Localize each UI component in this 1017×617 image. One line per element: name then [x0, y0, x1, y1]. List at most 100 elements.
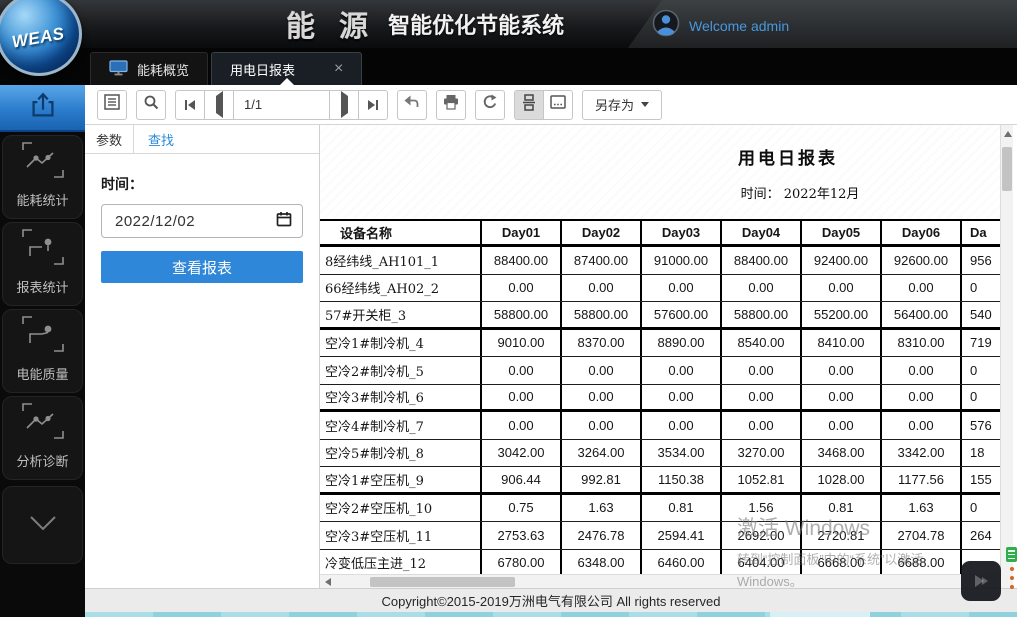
- view-report-button[interactable]: 查看报表: [101, 251, 303, 283]
- day-value-cell: 6688.00: [882, 550, 962, 577]
- device-name-cell: 空冷2#空压机_10: [320, 495, 482, 522]
- monitor-icon: [109, 60, 128, 79]
- search-button[interactable]: [136, 90, 166, 120]
- app-header: 能 源 智能优化节能系统 Welcome admin: [0, 0, 1017, 48]
- pagination-group: [175, 90, 388, 120]
- vertical-scroll-thumb[interactable]: [1002, 147, 1012, 191]
- app-title-secondary: 智能优化节能系统: [388, 8, 564, 40]
- page-setup-button[interactable]: [543, 90, 573, 120]
- close-icon[interactable]: ×: [334, 61, 343, 77]
- back-button[interactable]: [397, 90, 427, 120]
- report-node-icon: [20, 227, 66, 270]
- app-title-primary: 能 源: [286, 3, 376, 45]
- column-header: Day04: [722, 221, 802, 244]
- vertical-scrollbar[interactable]: [1000, 125, 1013, 588]
- next-page-button[interactable]: [329, 90, 359, 120]
- tab-find[interactable]: 查找: [134, 125, 188, 153]
- sidebar-item-power-quality[interactable]: 电能质量: [2, 309, 83, 393]
- time-label: 时间：: [101, 174, 303, 194]
- day-value-cell: 6404.00: [722, 550, 802, 577]
- caret-down-icon: [641, 102, 649, 107]
- page-number-input[interactable]: [233, 90, 330, 120]
- tab-energy-overview[interactable]: 能耗概览: [90, 52, 208, 85]
- day-value-cell: 0: [962, 357, 1000, 384]
- calendar-icon[interactable]: [276, 211, 292, 231]
- toc-button[interactable]: [97, 90, 127, 120]
- save-as-label: 另存为: [595, 95, 634, 114]
- day-value-cell: 0.00: [562, 385, 642, 410]
- table-row: 57#开关柜_358800.0058800.0057600.0058800.00…: [320, 302, 1000, 330]
- day-value-cell: 719: [962, 330, 1000, 357]
- day-value-cell: 92400.00: [802, 247, 882, 274]
- tab-electricity-daily-report[interactable]: 用电日报表 ×: [211, 52, 362, 85]
- day-value-cell: 540: [962, 302, 1000, 327]
- scroll-up-arrow[interactable]: [1001, 127, 1014, 140]
- day-value-cell: 0.81: [642, 495, 722, 522]
- day-value-cell: 3264.00: [562, 440, 642, 467]
- table-row: 空冷1#制冷机_49010.008370.008890.008540.00841…: [320, 330, 1000, 358]
- triangle-left-icon: [325, 578, 331, 586]
- refresh-button[interactable]: [475, 90, 505, 120]
- sidebar-item-analysis-diagnosis[interactable]: 分析诊断: [2, 396, 83, 480]
- parameter-panel: 参数 查找 时间： 2022/12/02 查看报表: [85, 125, 320, 588]
- day-value-cell: 155: [962, 467, 1000, 492]
- play-skip-icon: [966, 566, 996, 596]
- weas-logo-text: WEAS: [10, 24, 66, 53]
- day-value-cell: 0.00: [802, 385, 882, 410]
- refresh-icon: [482, 94, 498, 115]
- table-row: 空冷3#制冷机_60.000.000.000.000.000.000: [320, 385, 1000, 413]
- floating-widget-button[interactable]: [961, 561, 1001, 601]
- day-value-cell: 8540.00: [722, 330, 802, 357]
- save-as-button[interactable]: 另存为: [582, 90, 662, 120]
- day-value-cell: 3342.00: [882, 440, 962, 467]
- horizontal-scrollbar[interactable]: [320, 574, 1000, 588]
- column-header: Day01: [482, 221, 562, 244]
- day-value-cell: 3468.00: [802, 440, 882, 467]
- day-value-cell: 0.00: [642, 275, 722, 302]
- day-value-cell: 0.00: [642, 357, 722, 384]
- app-title: 能 源 智能优化节能系统: [286, 0, 564, 48]
- day-value-cell: 906.44: [482, 467, 562, 492]
- day-value-cell: 56400.00: [882, 302, 962, 327]
- sidebar-item-export-active[interactable]: [0, 85, 85, 132]
- tab-label: 能耗概览: [137, 60, 189, 79]
- table-row: 8经纬线_AH101_188400.0087400.0091000.008840…: [320, 247, 1000, 275]
- sidebar-collapse-button[interactable]: [2, 486, 83, 564]
- column-header-device-name: 设备名称: [320, 221, 482, 244]
- day-value-cell: 0.00: [882, 385, 962, 410]
- date-input[interactable]: 2022/12/02: [101, 204, 303, 238]
- horizontal-scroll-thumb[interactable]: [370, 577, 515, 587]
- tab-bar: 能耗概览 用电日报表 ×: [0, 48, 1017, 85]
- welcome-text: Welcome admin: [689, 18, 789, 34]
- day-value-cell: 956: [962, 247, 1000, 274]
- prev-page-icon: [216, 96, 223, 114]
- sidebar-item-energy-statistics[interactable]: 能耗统计: [2, 135, 83, 219]
- tab-parameters[interactable]: 参数: [85, 125, 134, 153]
- print-layout-button[interactable]: [514, 90, 544, 120]
- sidebar-menu: 能耗统计报表统计电能质量分析诊断: [0, 132, 85, 486]
- report-time-caption: 时间： 2022年12月: [741, 183, 860, 202]
- edge-green-widget[interactable]: [1006, 547, 1017, 562]
- day-value-cell: 0.81: [802, 495, 882, 522]
- edge-dots-widget[interactable]: [1010, 567, 1014, 589]
- sidebar-item-report-statistics[interactable]: 报表统计: [2, 222, 83, 306]
- prev-page-button[interactable]: [204, 90, 234, 120]
- scroll-left-arrow[interactable]: [322, 576, 334, 588]
- day-value-cell: 0.00: [482, 412, 562, 439]
- layout-group: [514, 90, 573, 120]
- day-value-cell: 1150.38: [642, 467, 722, 492]
- first-page-button[interactable]: [175, 90, 205, 120]
- last-page-button[interactable]: [358, 90, 388, 120]
- user-welcome[interactable]: Welcome admin: [652, 9, 789, 42]
- day-value-cell: 0.75: [482, 495, 562, 522]
- day-value-cell: 576: [962, 412, 1000, 439]
- device-name-cell: 空冷4#制冷机_7: [320, 412, 482, 439]
- day-value-cell: 0.00: [642, 385, 722, 410]
- print-button[interactable]: [436, 90, 466, 120]
- column-header: Day05: [802, 221, 882, 244]
- day-value-cell: 1177.56: [882, 467, 962, 492]
- table-row: 空冷4#制冷机_70.000.000.000.000.000.00576: [320, 412, 1000, 440]
- table-row: 空冷1#空压机_9906.44992.811150.381052.811028.…: [320, 467, 1000, 495]
- day-value-cell: 8410.00: [802, 330, 882, 357]
- day-value-cell: 8310.00: [882, 330, 962, 357]
